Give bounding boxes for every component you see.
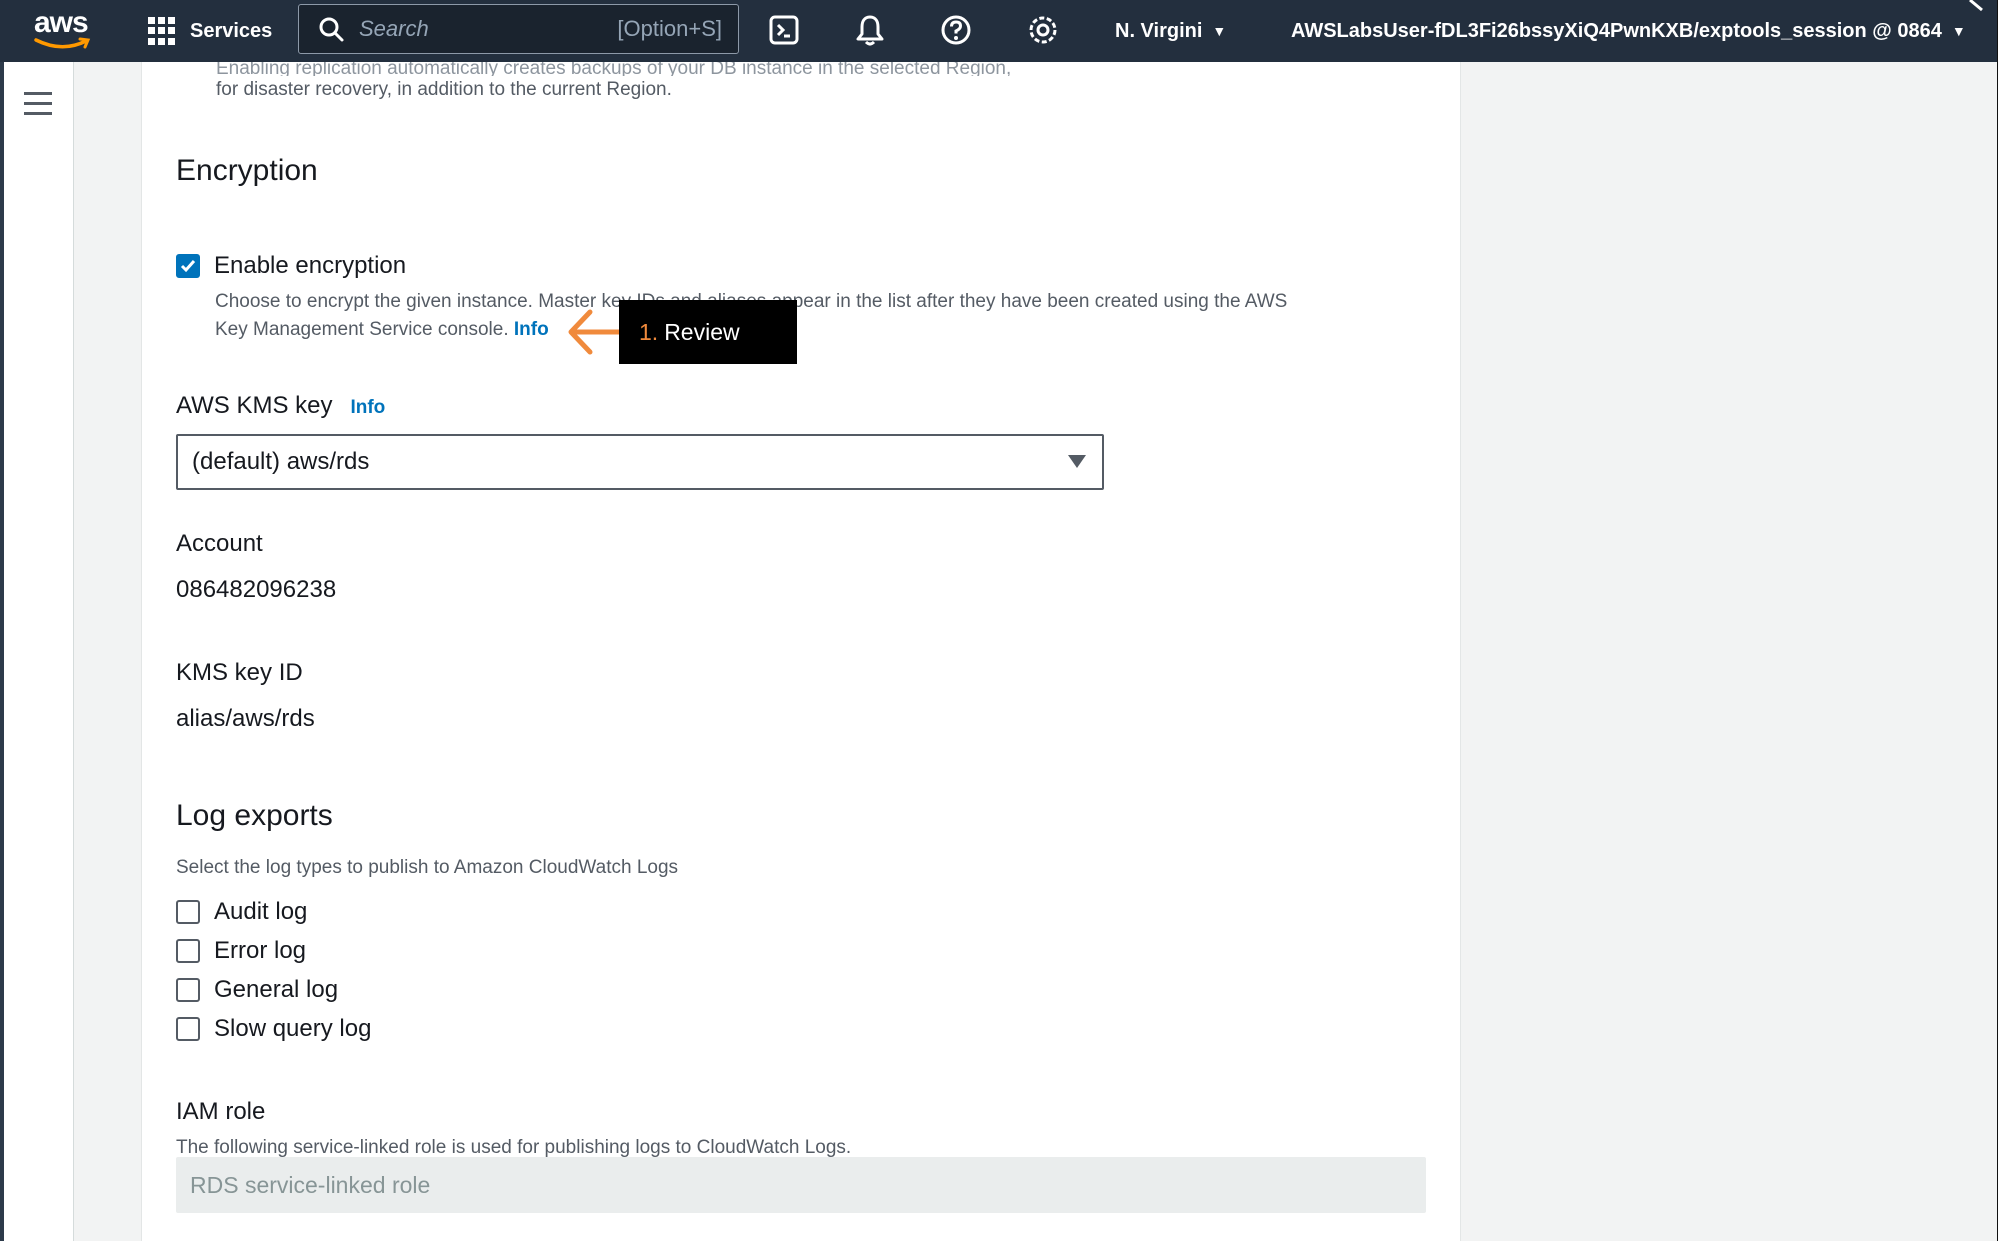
tooltip-step-number: 1. — [639, 318, 659, 345]
window-edge — [0, 62, 4, 1241]
services-label: Services — [190, 19, 273, 42]
replication-description-line1: Enabling replication automatically creat… — [216, 62, 1012, 76]
tooltip-text: Review — [664, 318, 740, 345]
replication-description-line2: for disaster recovery, in addition to th… — [216, 79, 672, 100]
log-exports-description: Select the log types to publish to Amazo… — [176, 857, 679, 878]
menu-icon[interactable] — [24, 92, 52, 116]
region-selector[interactable]: N. Virgini ▼ — [1115, 12, 1226, 50]
region-label: N. Virgini — [1115, 19, 1203, 42]
audit-log-label: Audit log — [214, 898, 308, 925]
checkmark-icon — [180, 260, 196, 273]
enable-encryption-checkbox[interactable] — [176, 254, 200, 278]
kms-key-label-row: AWS KMS key Info — [176, 392, 385, 420]
slow-query-log-option[interactable]: Slow query log — [176, 1015, 371, 1043]
cloudshell-button[interactable] — [764, 10, 804, 50]
search-shortcut-hint: [Option+S] — [617, 16, 722, 41]
iam-role-input: RDS service-linked role — [176, 1157, 1426, 1213]
account-field-label: Account — [176, 530, 263, 557]
caret-down-icon: ▼ — [1212, 23, 1227, 39]
help-button[interactable] — [936, 10, 976, 50]
iam-role-label: IAM role — [176, 1098, 266, 1125]
account-menu[interactable]: AWSLabsUser-fDL3Fi26bssyXiQ4PwnKXB/expto… — [1291, 12, 1966, 50]
aws-logo[interactable]: aws — [30, 4, 92, 54]
slow-query-log-checkbox[interactable] — [176, 1017, 200, 1041]
slow-query-log-label: Slow query log — [214, 1015, 372, 1042]
iam-role-placeholder: RDS service-linked role — [190, 1171, 431, 1198]
notifications-button[interactable] — [850, 10, 890, 50]
log-exports-heading: Log exports — [176, 799, 333, 832]
annotation-arrow-icon — [568, 309, 622, 355]
settings-button[interactable] — [1023, 10, 1063, 50]
dropdown-caret-icon — [1068, 455, 1086, 468]
apps-grid-icon — [148, 17, 176, 45]
general-log-option[interactable]: General log — [176, 976, 338, 1004]
general-log-checkbox[interactable] — [176, 978, 200, 1002]
kms-key-label: AWS KMS key — [176, 392, 333, 419]
kms-key-id-label: KMS key ID — [176, 659, 303, 686]
account-label: AWSLabsUser-fDL3Fi26bssyXiQ4PwnKXB/expto… — [1291, 19, 1942, 42]
help-icon — [941, 15, 971, 45]
search-bar[interactable]: Search [Option+S] — [298, 4, 739, 54]
aws-logo-text: aws — [34, 6, 89, 39]
search-icon — [319, 17, 344, 42]
kms-key-selected-value: (default) aws/rds — [192, 448, 370, 475]
kms-key-id-value: alias/aws/rds — [176, 705, 315, 732]
settings-icon — [1029, 16, 1057, 44]
kms-key-select[interactable]: (default) aws/rds — [176, 434, 1104, 490]
top-navigation: aws Services Search [Option+S] N. Virgin… — [0, 0, 1998, 62]
terminal-icon — [769, 15, 799, 45]
caret-down-icon: ▼ — [1951, 23, 1966, 39]
kms-info-link[interactable]: Info — [350, 397, 385, 419]
account-field-value: 086482096238 — [176, 576, 337, 603]
encryption-description-line2: Key Management Service console. — [215, 319, 509, 340]
encryption-description: Choose to encrypt the given instance. Ma… — [215, 288, 1395, 344]
encryption-info-link[interactable]: Info — [514, 319, 549, 340]
side-navigation — [0, 62, 74, 1241]
search-input[interactable]: Search — [359, 16, 617, 42]
corner-cursor-icon — [1969, 0, 1983, 12]
replication-description: Enabling replication automatically creat… — [216, 62, 1266, 104]
error-log-label: Error log — [214, 937, 307, 964]
review-tooltip: 1. Review — [619, 300, 797, 364]
general-log-label: General log — [214, 976, 339, 1003]
aws-smile-icon — [34, 37, 91, 49]
bell-icon — [856, 15, 884, 46]
audit-log-checkbox[interactable] — [176, 900, 200, 924]
audit-log-option[interactable]: Audit log — [176, 898, 307, 926]
services-menu[interactable]: Services — [148, 12, 272, 50]
encryption-heading: Encryption — [176, 154, 318, 187]
error-log-checkbox[interactable] — [176, 939, 200, 963]
enable-encryption-label: Enable encryption — [214, 252, 407, 279]
enable-encryption-row[interactable]: Enable encryption — [176, 252, 406, 280]
main-panel: Enabling replication automatically creat… — [141, 62, 1461, 1241]
error-log-option[interactable]: Error log — [176, 937, 306, 965]
